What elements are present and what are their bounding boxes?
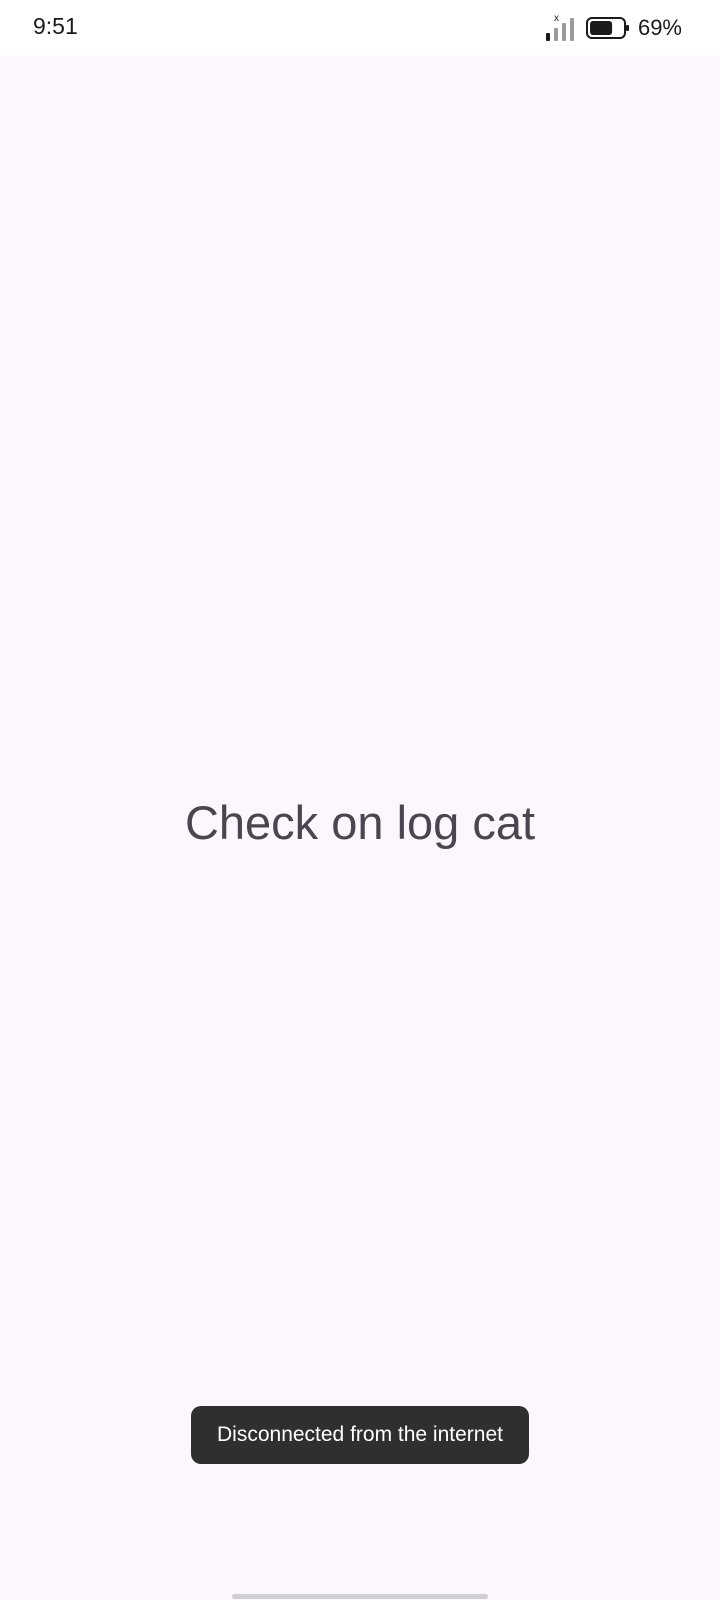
center-message: Check on log cat bbox=[184, 796, 536, 849]
svg-text:x: x bbox=[554, 13, 559, 24]
navigation-handle[interactable] bbox=[232, 1594, 488, 1599]
status-icons: x 69% bbox=[544, 12, 682, 44]
signal-x-icon: x bbox=[545, 13, 574, 41]
battery-fill bbox=[589, 21, 613, 35]
toast-text: Disconnected from the internet bbox=[217, 1423, 503, 1446]
status-bar: 9:51 x 69% bbox=[0, 0, 720, 56]
battery-icon bbox=[585, 17, 629, 39]
battery-percent: 69% bbox=[637, 15, 682, 40]
toast-message: Disconnected from the internet bbox=[191, 1406, 529, 1464]
status-time: 9:51 bbox=[33, 13, 78, 39]
